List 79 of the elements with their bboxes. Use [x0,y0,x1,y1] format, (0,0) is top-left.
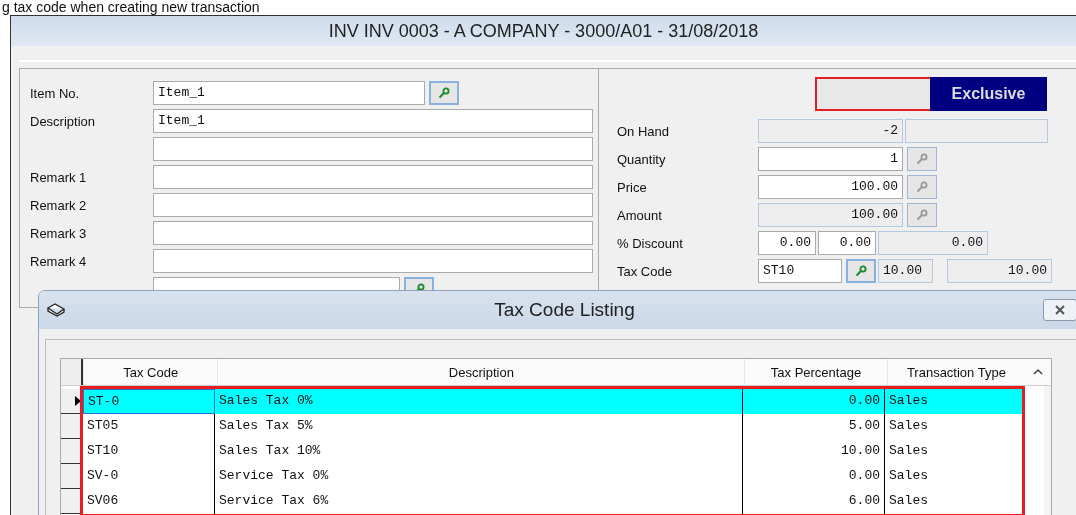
column-header[interactable]: Tax Code [83,359,218,385]
field-label: Remark 1 [30,169,87,185]
close-button[interactable] [1043,299,1076,321]
key-icon [855,265,867,277]
toggle-option[interactable] [815,77,930,111]
text-field[interactable] [153,137,593,161]
table-cell[interactable]: ST05 [83,414,215,439]
column-header[interactable]: Tax Percentage [744,359,887,385]
table-cell[interactable]: Sales [885,414,1022,439]
close-icon [1054,305,1066,315]
number-field[interactable]: 100.00 [758,203,903,227]
field-label: Remark 3 [30,225,87,241]
table-cell[interactable]: Sales [885,464,1022,489]
dialog-title: Tax Code Listing [493,299,636,321]
scrollbar-track[interactable] [1044,386,1051,515]
row-selector[interactable] [61,489,83,514]
table-cell[interactable]: Sales Tax 10% [215,439,743,464]
table-cell[interactable]: Service Tax 6% [215,489,743,514]
lookup-button[interactable] [846,259,876,283]
number-field[interactable]: 1 [758,147,903,171]
field-label: Remark 4 [30,253,87,269]
table-cell[interactable]: Sales Tax 5% [215,414,743,439]
field-label: Description [30,113,96,129]
table-cell[interactable]: 5.00 [743,414,885,439]
row-selector[interactable] [61,414,83,439]
table-cell[interactable]: 0.00 [743,464,885,489]
field-label: Item No. [30,85,80,101]
field-label: Amount [617,207,663,223]
field-label: Quantity [617,151,667,167]
text-field[interactable] [153,165,593,189]
field-label: % Discount [617,235,684,251]
field-label: Remark 2 [30,197,87,213]
row-selector[interactable] [61,389,83,414]
table-cell[interactable]: 6.00 [743,489,885,514]
text-field[interactable] [153,193,593,217]
key-icon [916,209,928,221]
field-label: Price [617,179,648,195]
field-label: Tax Code [617,263,673,279]
column-header[interactable]: Description [217,359,745,385]
book-icon [46,302,66,318]
tax-rate-field: 10.00 [878,259,933,283]
table-cell[interactable]: SV06 [83,489,215,514]
discount-field[interactable]: 0.00 [818,231,876,255]
text-field[interactable]: Item_1 [153,109,593,133]
row-selector[interactable] [61,464,83,489]
column-header[interactable]: Transaction Type [886,359,1026,385]
tax-code-field[interactable]: ST10 [758,259,842,283]
lookup-button[interactable] [907,203,937,227]
tax-mode-toggle[interactable]: Exclusive [930,77,1047,111]
scroll-up-icon[interactable] [1032,368,1045,376]
key-icon [438,87,450,99]
field-label: On Hand [617,123,671,139]
text-field[interactable] [153,249,593,273]
number-field[interactable]: 100.00 [758,175,903,199]
table-cell[interactable]: ST10 [83,439,215,464]
current-row-icon [75,396,81,406]
key-icon [916,181,928,193]
discount-field[interactable]: 0.00 [758,231,816,255]
table-cell[interactable]: Sales [885,389,1022,414]
key-icon [916,153,928,165]
table-cell[interactable]: SV-0 [83,464,215,489]
text-field[interactable]: Item_1 [153,81,425,105]
table-cell[interactable]: Service Tax 0% [215,464,743,489]
caption-text: g tax code when creating new transaction [2,0,260,15]
on-hand-field: -2 [758,119,903,143]
lookup-button[interactable] [907,147,937,171]
table-cell[interactable]: ST-0 [83,389,215,414]
table-cell[interactable]: 10.00 [743,439,885,464]
table-cell[interactable]: Sales [885,439,1022,464]
window-title: INV INV 0003 - A COMPANY - 3000/A01 - 31/08/2018 [328,20,759,42]
tax-amount-field: 10.00 [947,259,1052,283]
table-cell[interactable]: Sales Tax 0% [215,389,743,414]
text-field[interactable] [153,221,593,245]
lookup-button[interactable] [429,81,459,105]
discount-amount-field: 0.00 [878,231,988,255]
table-cell[interactable]: Sales [885,489,1022,514]
lookup-button[interactable] [907,175,937,199]
table-cell[interactable]: 0.00 [743,389,885,414]
row-selector[interactable] [61,439,83,464]
